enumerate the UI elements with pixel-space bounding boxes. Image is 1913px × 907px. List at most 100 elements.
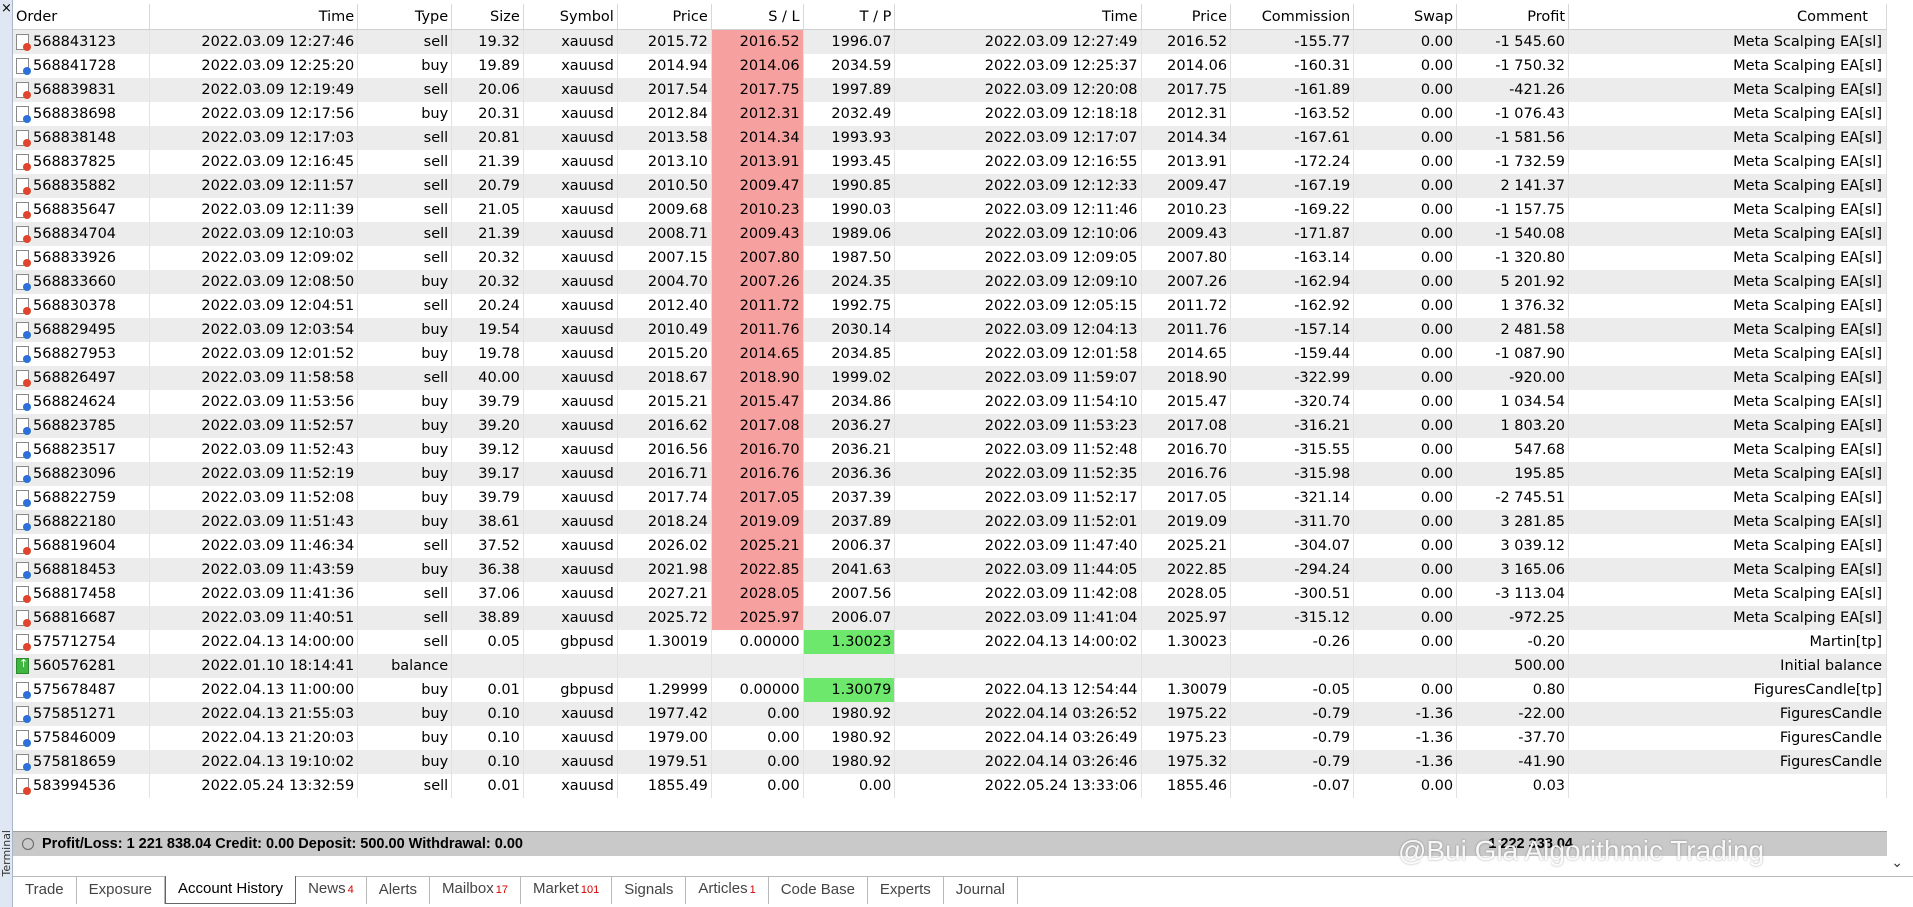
table-row[interactable]: 568835647 2022.03.09 12:11:39 sell 21.05 xau… [13, 198, 1887, 222]
table-row[interactable]: 575846009 2022.04.13 21:20:03 buy 0.10 xauus… [13, 726, 1887, 750]
cell-profit: 3 165.06 [1456, 558, 1570, 582]
buy-order-icon [16, 274, 31, 291]
table-row[interactable]: 568829495 2022.03.09 12:03:54 buy 19.54 xauu… [13, 318, 1887, 342]
col-header-commission[interactable]: Commission [1230, 4, 1355, 30]
tab-account-history[interactable]: Account History [165, 876, 297, 904]
tab-news[interactable]: News 4 [296, 876, 367, 904]
cell-time: 2022.03.09 12:01:52 [149, 342, 359, 366]
col-header-close-price[interactable]: Price [1141, 4, 1232, 30]
cell-size: 39.79 [451, 390, 524, 414]
tab-market[interactable]: Market 101 [521, 876, 613, 904]
table-row[interactable]: 568823096 2022.03.09 11:52:19 buy 39.17 xauu… [13, 462, 1887, 486]
order-number: 568826497 [33, 370, 117, 386]
cell-tp: 2036.21 [803, 438, 896, 462]
table-row[interactable]: 568827953 2022.03.09 12:01:52 buy 19.78 xauu… [13, 342, 1887, 366]
scroll-down-icon[interactable]: ⌄ [1891, 855, 1903, 871]
table-row[interactable]: 575818659 2022.04.13 19:10:02 buy 0.10 xauus… [13, 750, 1887, 774]
tab-alerts[interactable]: Alerts [367, 877, 431, 904]
table-row[interactable]: 568823517 2022.03.09 11:52:43 buy 39.12 xauu… [13, 438, 1887, 462]
buy-order-icon [16, 106, 31, 123]
col-header-time[interactable]: Time [149, 4, 359, 30]
table-row[interactable]: 560576281 2022.01.10 18:14:41balance 500.0… [13, 654, 1887, 678]
table-row[interactable]: 583994536 2022.05.24 13:32:59 sell 0.01 xauu… [13, 774, 1887, 798]
table-row[interactable]: 568833926 2022.03.09 12:09:02 sell 20.32 xau… [13, 246, 1887, 270]
col-header-type[interactable]: Type [357, 4, 453, 30]
table-row[interactable]: 568819604 2022.03.09 11:46:34 sell 37.52 xau… [13, 534, 1887, 558]
col-header-comment[interactable]: Comment [1568, 4, 1887, 30]
table-row[interactable]: 568818453 2022.03.09 11:43:59 buy 36.38 xauu… [13, 558, 1887, 582]
table-row[interactable]: 568838148 2022.03.09 12:17:03 sell 20.81 xau… [13, 126, 1887, 150]
col-header-swap[interactable]: Swap [1353, 4, 1458, 30]
table-row[interactable]: 568833660 2022.03.09 12:08:50 buy 20.32 xauu… [13, 270, 1887, 294]
cell-tp: 2024.35 [803, 270, 896, 294]
table-row[interactable]: 568830378 2022.03.09 12:04:51 sell 20.24 xau… [13, 294, 1887, 318]
cell-commission: -0.26 [1230, 630, 1355, 654]
cell-time: 2022.04.13 14:00:00 [149, 630, 359, 654]
table-row[interactable]: 568824624 2022.03.09 11:53:56 buy 39.79 xauu… [13, 390, 1887, 414]
order-number: 568824624 [33, 394, 117, 410]
cell-time: 2022.03.09 11:46:34 [149, 534, 359, 558]
tab-exposure[interactable]: Exposure [77, 877, 166, 904]
cell-close-time: 2022.03.09 12:04:13 [894, 318, 1142, 342]
table-row[interactable]: 568843123 2022.03.09 12:27:46 sell 19.32 xau… [13, 29, 1887, 54]
cell-comment: Meta Scalping EA[sl] [1568, 438, 1887, 462]
cell-time: 2022.03.09 12:10:03 [149, 222, 359, 246]
table-row[interactable]: 575712754 2022.04.13 14:00:00 sell 0.05 gbpu… [13, 630, 1887, 654]
tab-experts[interactable]: Experts [868, 877, 944, 904]
table-row[interactable]: 568817458 2022.03.09 11:41:36 sell 37.06 xau… [13, 582, 1887, 606]
order-number: 568823785 [33, 418, 117, 434]
tab-label: Mailbox [442, 880, 494, 897]
table-row[interactable]: 568835882 2022.03.09 12:11:57 sell 20.79 xau… [13, 174, 1887, 198]
cell-order: 568838148 [13, 126, 151, 150]
cell-comment: FiguresCandle [1568, 750, 1887, 774]
table-row[interactable]: 568841728 2022.03.09 12:25:20 buy 19.89 xauu… [13, 54, 1887, 78]
tab-articles[interactable]: Articles 1 [686, 876, 769, 904]
tab-code-base[interactable]: Code Base [769, 877, 868, 904]
table-row[interactable]: 568826497 2022.03.09 11:58:58 sell 40.00 xau… [13, 366, 1887, 390]
cell-profit: -1 545.60 [1456, 29, 1570, 54]
cell-commission: -0.05 [1230, 678, 1355, 702]
table-row[interactable]: 568838698 2022.03.09 12:17:56 buy 20.31 xauu… [13, 102, 1887, 126]
cell-order: 568818453 [13, 558, 151, 582]
table-row[interactable]: 575678487 2022.04.13 11:00:00 buy 0.01 gbpus… [13, 678, 1887, 702]
tab-mailbox[interactable]: Mailbox 17 [430, 876, 521, 904]
table-row[interactable]: 568822180 2022.03.09 11:51:43 buy 38.61 xauu… [13, 510, 1887, 534]
col-header-close-time[interactable]: Time [894, 4, 1142, 30]
cell-type: buy [357, 510, 453, 534]
table-row[interactable]: 575851271 2022.04.13 21:55:03 buy 0.10 xauus… [13, 702, 1887, 726]
table-row[interactable]: 568839831 2022.03.09 12:19:49 sell 20.06 xau… [13, 78, 1887, 102]
cell-swap: 0.00 [1353, 774, 1458, 798]
cell-comment: Meta Scalping EA[sl] [1568, 318, 1887, 342]
tab-journal[interactable]: Journal [944, 877, 1018, 904]
cell-order: 568834704 [13, 222, 151, 246]
table-row[interactable]: 568823785 2022.03.09 11:52:57 buy 39.20 xauu… [13, 414, 1887, 438]
order-number: 568830378 [33, 298, 117, 314]
cell-close-time: 2022.03.09 12:11:46 [894, 198, 1142, 222]
col-header-size[interactable]: Size [451, 4, 524, 30]
cell-symbol: xauusd [523, 270, 618, 294]
cell-comment: Meta Scalping EA[sl] [1568, 390, 1887, 414]
col-header-symbol[interactable]: Symbol [523, 4, 618, 30]
cell-tp: 2006.37 [803, 534, 896, 558]
cell-symbol: xauusd [523, 342, 618, 366]
col-header-tp[interactable]: T / P [803, 4, 896, 30]
cell-size: 20.32 [451, 246, 524, 270]
cell-size: 21.39 [451, 150, 524, 174]
col-header-profit[interactable]: Profit [1456, 4, 1570, 30]
col-header-order[interactable]: Order [13, 4, 151, 30]
table-row[interactable]: 568816687 2022.03.09 11:40:51 sell 38.89 xau… [13, 606, 1887, 630]
tab-signals[interactable]: Signals [612, 877, 687, 904]
close-icon[interactable]: × [1, 2, 12, 15]
cell-profit: 500.00 [1456, 654, 1570, 678]
cell-symbol: xauusd [523, 438, 618, 462]
table-row[interactable]: 568834704 2022.03.09 12:10:03 sell 21.39 xau… [13, 222, 1887, 246]
tab-trade[interactable]: Trade [13, 877, 77, 904]
table-row[interactable]: 568822759 2022.03.09 11:52:08 buy 39.79 xauu… [13, 486, 1887, 510]
cell-profit: -22.00 [1456, 702, 1570, 726]
col-header-price[interactable]: Price [617, 4, 712, 30]
buy-order-icon [16, 490, 31, 507]
cell-comment: Meta Scalping EA[sl] [1568, 246, 1887, 270]
cell-commission: -0.79 [1230, 750, 1355, 774]
col-header-sl[interactable]: S / L [711, 4, 804, 30]
table-row[interactable]: 568837825 2022.03.09 12:16:45 sell 21.39 xau… [13, 150, 1887, 174]
